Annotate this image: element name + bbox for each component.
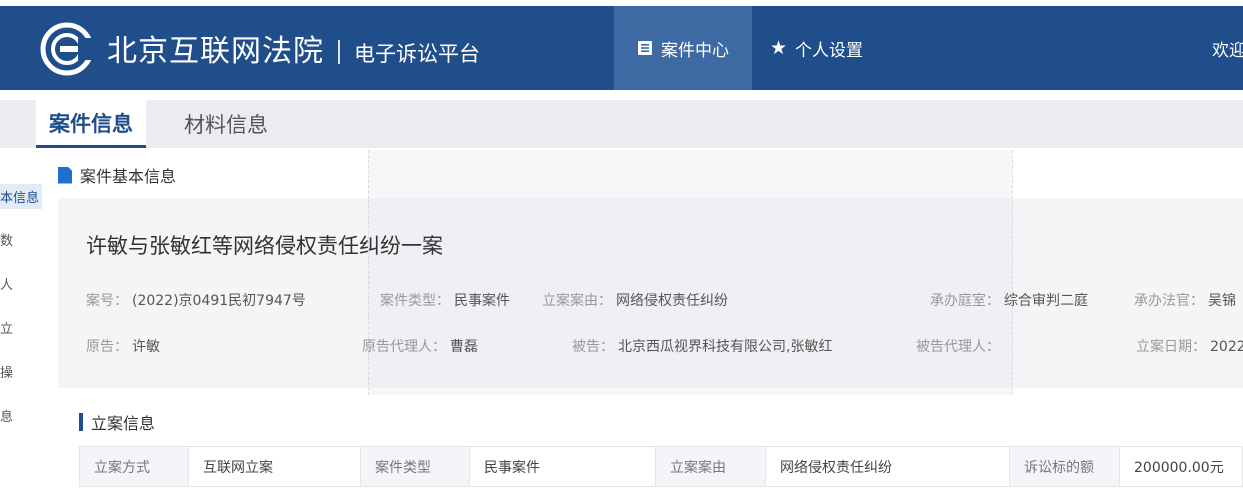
star-icon: ★ (770, 37, 788, 59)
sidebar-item-5[interactable]: 操 (0, 362, 13, 381)
platform-name: 电子诉讼平台 (354, 42, 480, 66)
table-cell-value: 网络侵权责任纠纷 (765, 446, 1010, 487)
tab-bar: 案件信息 材料信息 (0, 100, 1243, 148)
table-row: 立案方式 互联网立案 案件类型 民事案件 立案案由 网络侵权责任纠纷 诉讼标的额… (79, 446, 1243, 487)
left-sidebar: 本信息 数 人 立 操 息 (0, 150, 50, 489)
field-plaintiff-agent: 原告代理人： 曹磊 (362, 336, 478, 356)
field-filing-cause-value: 网络侵权责任纠纷 (616, 293, 728, 309)
document-icon (58, 166, 72, 184)
field-court-division: 承办庭室： 综合审判二庭 (930, 290, 1088, 310)
field-case-number-label: 案号： (86, 293, 128, 309)
field-defendant-agent: 被告代理人： (916, 336, 1004, 356)
field-filing-date-label: 立案日期： (1136, 339, 1206, 355)
sidebar-item-3[interactable]: 人 (0, 274, 13, 293)
field-plaintiff-agent-value: 曹磊 (450, 339, 478, 355)
sidebar-item-2[interactable]: 数 (0, 230, 13, 249)
field-filing-date-value: 2022 (1210, 339, 1243, 355)
field-judge-label: 承办法官： (1134, 293, 1204, 309)
document-list-icon (638, 41, 652, 55)
field-defendant-agent-label: 被告代理人： (916, 339, 1000, 355)
nav-case-center[interactable]: 案件中心 (614, 6, 752, 90)
case-title: 许敏与张敏红等网络侵权责任纠纷一案 (86, 234, 443, 258)
basic-info-section-title: 案件基本信息 (58, 163, 176, 187)
field-filing-cause: 立案案由： 网络侵权责任纠纷 (542, 290, 728, 310)
field-filing-date: 立案日期： 2022 (1136, 336, 1243, 356)
nav-personal-settings-label: 个人设置 (795, 40, 864, 61)
field-filing-cause-label: 立案案由： (542, 293, 612, 309)
court-logo-icon (40, 22, 94, 76)
table-cell-value: 民事案件 (469, 446, 656, 487)
nav-personal-settings[interactable]: ★ 个人设置 (770, 6, 863, 90)
field-plaintiff-value: 许敏 (132, 339, 160, 355)
tab-case-info[interactable]: 案件信息 (36, 100, 146, 148)
table-cell-label: 诉讼标的额 (1009, 446, 1120, 487)
field-case-number: 案号： (2022)京0491民初7947号 (86, 290, 306, 310)
field-plaintiff: 原告： 许敏 (86, 336, 160, 356)
field-plaintiff-label: 原告： (86, 339, 128, 355)
section-marker-bar (79, 413, 83, 431)
field-case-type: 案件类型： 民事案件 (380, 290, 510, 310)
table-cell-label: 立案案由 (655, 446, 766, 487)
sidebar-item-6[interactable]: 息 (0, 406, 13, 425)
field-judge: 承办法官： 吴锦 (1134, 290, 1236, 310)
field-court-division-value: 综合审判二庭 (1004, 293, 1088, 309)
watermark-overlay (368, 150, 1013, 395)
sidebar-item-basic-info[interactable]: 本信息 (0, 184, 43, 209)
table-cell-value: 互联网立案 (188, 446, 361, 487)
tab-material-info[interactable]: 材料信息 (184, 100, 268, 148)
field-case-type-label: 案件类型： (380, 293, 450, 309)
field-case-type-value: 民事案件 (454, 293, 510, 309)
court-name: 北京互联网法院 (107, 34, 324, 69)
field-court-division-label: 承办庭室： (930, 293, 1000, 309)
user-greeting[interactable]: 欢迎 (1212, 36, 1243, 61)
field-defendant-label: 被告： (572, 339, 614, 355)
header-divider (338, 40, 340, 64)
table-cell-label: 案件类型 (360, 446, 470, 487)
nav-case-center-label: 案件中心 (661, 40, 729, 61)
top-header: 北京互联网法院 电子诉讼平台 案件中心 ★ 个人设置 欢迎 (0, 6, 1243, 90)
registration-section-title: 立案信息 (79, 410, 155, 434)
field-judge-value: 吴锦 (1208, 293, 1236, 309)
field-plaintiff-agent-label: 原告代理人： (362, 339, 446, 355)
field-case-number-value: (2022)京0491民初7947号 (132, 293, 306, 309)
table-cell-label: 立案方式 (79, 446, 189, 487)
field-defendant: 被告： 北京西瓜视界科技有限公司,张敏红 (572, 336, 832, 356)
table-cell-value: 200000.00元 (1119, 446, 1243, 487)
registration-title-text: 立案信息 (91, 414, 156, 433)
registration-table: 立案方式 互联网立案 案件类型 民事案件 立案案由 网络侵权责任纠纷 诉讼标的额… (79, 446, 1243, 487)
sidebar-item-4[interactable]: 立 (0, 318, 13, 337)
field-defendant-value: 北京西瓜视界科技有限公司,张敏红 (618, 339, 833, 355)
basic-info-title-text: 案件基本信息 (80, 167, 177, 186)
